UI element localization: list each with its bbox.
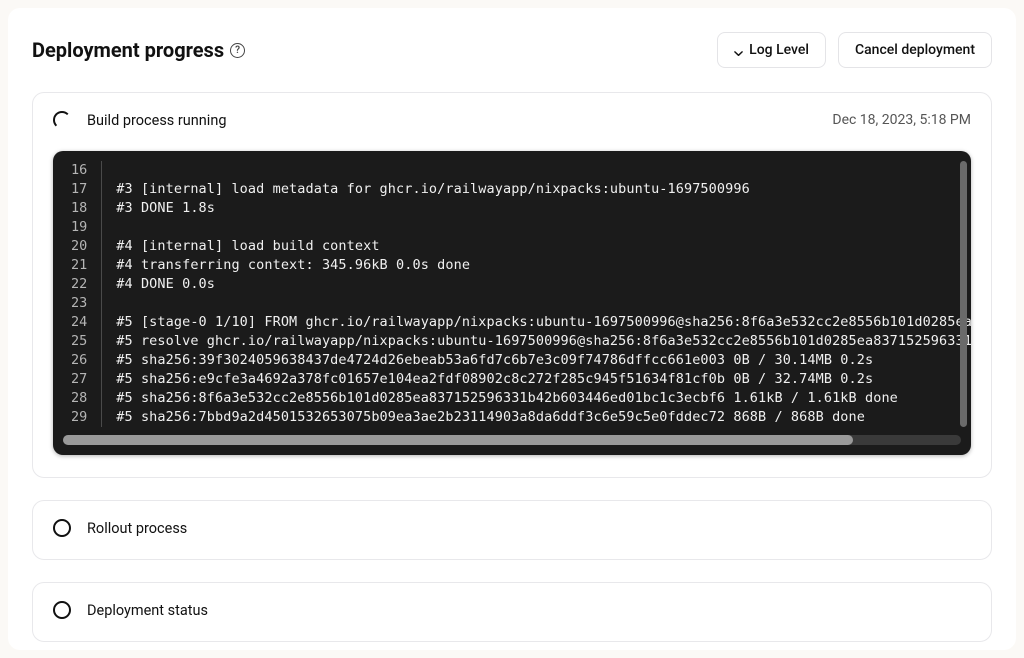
log-line: #3 DONE 1.8s <box>116 199 957 218</box>
terminal[interactable]: 1617181920212223242526272829 #3 [interna… <box>53 151 971 455</box>
line-number: 26 <box>71 351 87 370</box>
scrollbar-horizontal-thumb[interactable] <box>63 435 853 445</box>
rollout-title: Rollout process <box>87 520 187 537</box>
spinner-icon <box>53 111 71 129</box>
line-number: 23 <box>71 294 87 313</box>
log-line: #5 [stage-0 1/10] FROM ghcr.io/railwayap… <box>116 313 957 332</box>
log-level-label: Log Level <box>749 42 809 58</box>
line-number: 22 <box>71 275 87 294</box>
chevron-down-icon <box>734 46 743 55</box>
log-line: #5 sha256:39f3024059638437de4724d26ebeab… <box>116 351 957 370</box>
build-title: Build process running <box>87 112 226 129</box>
log-line: #5 sha256:7bbd9a2d4501532653075b09ea3ae2… <box>116 408 957 427</box>
cancel-deployment-button[interactable]: Cancel deployment <box>838 32 992 68</box>
line-number: 24 <box>71 313 87 332</box>
log-line: #3 [internal] load metadata for ghcr.io/… <box>116 180 957 199</box>
line-number: 16 <box>71 161 87 180</box>
cancel-deployment-label: Cancel deployment <box>855 42 975 58</box>
scrollbar-vertical[interactable] <box>960 161 967 427</box>
circle-idle-icon <box>53 519 71 537</box>
page-title: Deployment progress <box>32 38 224 62</box>
status-card[interactable]: Deployment status <box>32 582 992 642</box>
log-line <box>116 218 957 237</box>
line-number: 20 <box>71 237 87 256</box>
line-number: 19 <box>71 218 87 237</box>
log-level-button[interactable]: Log Level <box>717 32 826 68</box>
log-line: #5 resolve ghcr.io/railwayapp/nixpacks:u… <box>116 332 957 351</box>
status-title: Deployment status <box>87 602 208 619</box>
circle-idle-icon <box>53 601 71 619</box>
line-number: 17 <box>71 180 87 199</box>
build-timestamp: Dec 18, 2023, 5:18 PM <box>832 112 971 128</box>
help-icon[interactable]: ? <box>230 43 245 58</box>
terminal-code: #3 [internal] load metadata for ghcr.io/… <box>102 161 971 427</box>
log-line <box>116 294 957 313</box>
log-line: #5 sha256:8f6a3e532cc2e8556b101d0285ea83… <box>116 389 957 408</box>
line-number: 21 <box>71 256 87 275</box>
line-number: 29 <box>71 408 87 427</box>
log-line: #5 sha256:e9cfe3a4692a378fc01657e104ea2f… <box>116 370 957 389</box>
line-number: 25 <box>71 332 87 351</box>
build-card: Build process running Dec 18, 2023, 5:18… <box>32 92 992 478</box>
line-number: 28 <box>71 389 87 408</box>
log-line <box>116 161 957 180</box>
log-line: #4 DONE 0.0s <box>116 275 957 294</box>
terminal-gutter: 1617181920212223242526272829 <box>53 161 102 427</box>
log-line: #4 [internal] load build context <box>116 237 957 256</box>
rollout-card[interactable]: Rollout process <box>32 500 992 560</box>
scrollbar-horizontal[interactable] <box>63 435 961 445</box>
line-number: 18 <box>71 199 87 218</box>
line-number: 27 <box>71 370 87 389</box>
log-line: #4 transferring context: 345.96kB 0.0s d… <box>116 256 957 275</box>
